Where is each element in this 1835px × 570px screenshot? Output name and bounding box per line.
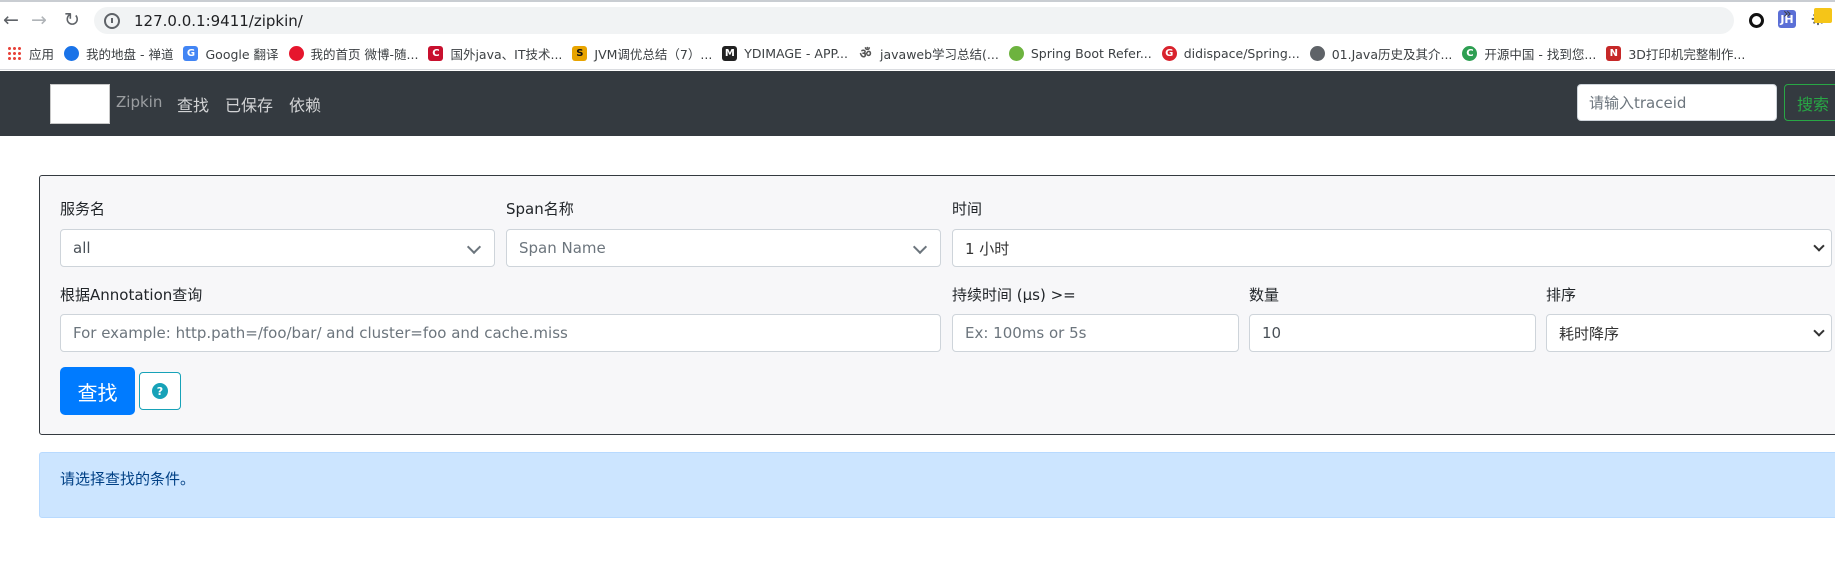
trace-search-button[interactable]: 搜索 — [1784, 84, 1835, 121]
bookmark-label: 国外java、IT技术... — [450, 46, 563, 62]
span-name-select[interactable]: Span Name — [506, 229, 941, 267]
limit-input[interactable]: 10 — [1249, 314, 1536, 352]
bookmark-label: Spring Boot Refer... — [1030, 45, 1152, 61]
reload-icon[interactable]: ↻ — [61, 9, 83, 31]
url-text: 127.0.0.1:9411/zipkin/ — [134, 11, 303, 30]
duration-label: 持续时间 (μs) >= — [952, 286, 1076, 304]
chevron-down-icon — [1813, 240, 1825, 252]
annotation-query-label: 根据Annotation查询 — [60, 286, 203, 304]
bookmark-item[interactable]: G Google 翻译 — [180, 41, 285, 65]
bookmark-item[interactable]: C 国外java、IT技术... — [425, 41, 569, 65]
bookmark-item[interactable]: S JVM调优总结（7）... — [569, 41, 719, 65]
weibo-icon — [288, 45, 304, 61]
bookmark-item[interactable]: 01.Java历史及其介... — [1307, 41, 1460, 65]
span-name-placeholder: Span Name — [519, 239, 606, 257]
s-logo-icon: S — [572, 45, 588, 61]
chevron-down-icon — [1813, 325, 1825, 337]
browser-toolbar: ← → ↻ 127.0.0.1:9411/zipkin/ JH ❋ — [0, 0, 1835, 37]
forward-arrow-icon[interactable]: → — [28, 9, 50, 31]
address-bar[interactable]: 127.0.0.1:9411/zipkin/ — [94, 7, 1734, 34]
bookmark-label: javaweb学习总结(... — [880, 46, 999, 62]
duration-placeholder: Ex: 100ms or 5s — [965, 324, 1087, 342]
google-translate-icon: G — [183, 45, 199, 61]
info-alert: 请选择查找的条件。 — [39, 452, 1835, 518]
brand-name[interactable]: Zipkin — [116, 93, 162, 111]
search-form-card: 服务名 Span名称 时间 all Span Name 1 小时 根据Annot… — [39, 175, 1835, 435]
bookmark-item[interactable]: ॐ javaweb学习总结(... — [855, 41, 1006, 65]
n-logo-icon: N — [1606, 45, 1622, 61]
limit-label: 数量 — [1249, 286, 1280, 304]
annotation-query-input[interactable]: For example: http.path=/foo/bar/ and clu… — [60, 314, 941, 352]
service-name-value: all — [73, 239, 91, 257]
bookmark-item[interactable]: G didispace/Spring... — [1159, 41, 1307, 65]
feather-icon: ॐ — [859, 47, 872, 62]
service-name-label: 服务名 — [60, 200, 106, 218]
bookmark-label: 我的首页 微博-随... — [310, 46, 419, 62]
sort-order-value: 耗时降序 — [1559, 324, 1620, 343]
m-logo-icon: M — [722, 45, 738, 61]
chevron-down-icon — [912, 239, 928, 255]
bookmark-item[interactable]: M YDIMAGE - APP... — [719, 41, 855, 65]
bookmark-item[interactable]: 我的首页 微博-随... — [286, 41, 426, 65]
bookmark-label: Google 翻译 — [205, 46, 279, 62]
bookmark-label: JVM调优总结（7）... — [594, 46, 713, 62]
bookmark-label: 01.Java历史及其介... — [1331, 46, 1453, 62]
extension-circle-icon[interactable] — [1746, 10, 1766, 30]
find-traces-button[interactable]: 查找 — [60, 367, 135, 415]
bookmark-apps[interactable]: 应用 — [4, 41, 61, 65]
zipkin-logo-image[interactable] — [50, 84, 110, 124]
bookmark-item[interactable]: C 开源中国 - 找到您... — [1459, 41, 1603, 65]
bookmark-label: 开源中国 - 找到您... — [1484, 46, 1597, 62]
time-range-value: 1 小时 — [965, 239, 1010, 258]
c-logo-icon: C — [428, 45, 444, 61]
service-name-select[interactable]: all — [60, 229, 495, 267]
apps-grid-icon — [7, 45, 22, 61]
site-info-icon[interactable] — [104, 12, 120, 29]
bookmark-label: 应用 — [29, 46, 55, 62]
bookmark-label: 我的地盘 - 禅道 — [86, 46, 174, 62]
alert-message: 请选择查找的条件。 — [60, 470, 196, 488]
time-label: 时间 — [952, 200, 983, 218]
duration-input[interactable]: Ex: 100ms or 5s — [952, 314, 1239, 352]
nav-link-find[interactable]: 查找 — [177, 92, 209, 116]
nav-link-saved[interactable]: 已保存 — [225, 92, 273, 116]
bookmark-label: didispace/Spring... — [1183, 45, 1300, 61]
bookmarks-overflow-button[interactable]: » — [1783, 6, 1792, 22]
bookmark-item[interactable]: Spring Boot Refer... — [1006, 41, 1159, 65]
annotation-query-placeholder: For example: http.path=/foo/bar/ and clu… — [73, 324, 568, 342]
bookmark-item[interactable]: 我的地盘 - 禅道 — [61, 41, 180, 65]
spring-leaf-icon — [1008, 45, 1024, 61]
bookmarks-bar: 应用 我的地盘 - 禅道 G Google 翻译 我的首页 微博-随... C … — [0, 37, 1835, 70]
top-navbar: Zipkin 查找 已保存 依赖 搜索 — [0, 71, 1835, 136]
sort-label: 排序 — [1546, 286, 1577, 304]
limit-value: 10 — [1262, 324, 1282, 342]
bookmark-label: YDIMAGE - APP... — [744, 45, 849, 61]
time-range-select[interactable]: 1 小时 — [952, 229, 1832, 267]
bookmark-item[interactable]: N 3D打印机完整制作... — [1603, 41, 1752, 65]
chevron-down-icon — [466, 239, 482, 255]
bookmark-folder-icon[interactable] — [1814, 8, 1832, 23]
nav-link-dependencies[interactable]: 依赖 — [289, 92, 321, 116]
back-arrow-icon[interactable]: ← — [0, 9, 22, 31]
bookmark-label: 3D打印机完整制作... — [1628, 46, 1746, 62]
span-name-label: Span名称 — [506, 200, 574, 218]
globe-icon — [64, 45, 80, 61]
sort-order-select[interactable]: 耗时降序 — [1546, 314, 1832, 352]
g-logo-icon: G — [1161, 45, 1177, 61]
question-circle-icon: ? — [152, 383, 168, 399]
oschina-icon: C — [1462, 45, 1478, 61]
traceid-input[interactable] — [1577, 84, 1777, 121]
help-button[interactable]: ? — [139, 372, 181, 410]
globe-icon — [1309, 45, 1325, 61]
